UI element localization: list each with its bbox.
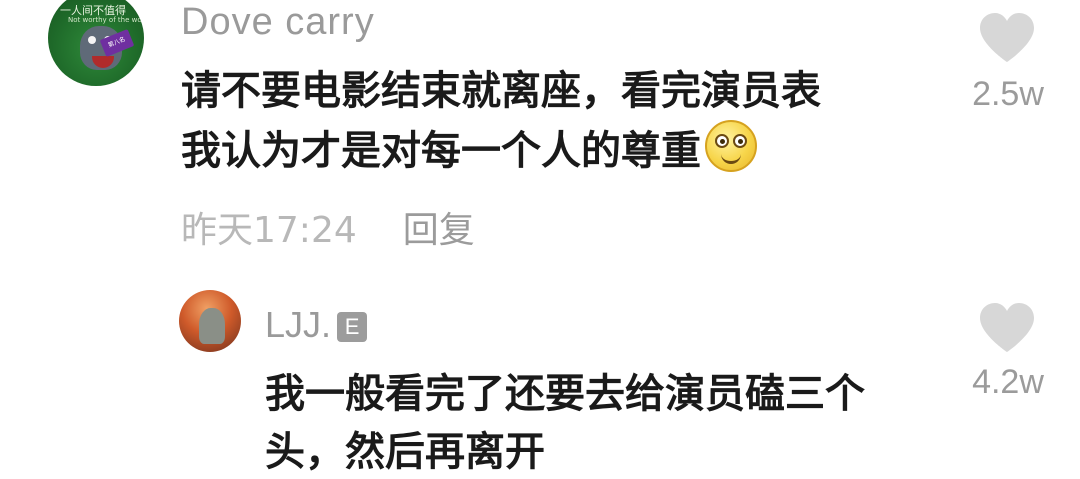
- comment-text: 请不要电影结束就离座，看完演员表 我认为才是对每一个人的尊重: [181, 62, 901, 180]
- reply-comment-text: 我一般看完了还要去给演员磕三个 头，然后再离开: [265, 365, 955, 479]
- like-heart-icon[interactable]: [978, 12, 1036, 64]
- smiling-face-emoji-icon: [705, 120, 757, 172]
- reply-avatar[interactable]: [179, 290, 241, 352]
- comment-line-1: 请不要电影结束就离座，看完演员表: [181, 68, 821, 114]
- timestamp: 昨天17:24: [181, 210, 357, 251]
- reply-like-heart-icon[interactable]: [978, 302, 1036, 354]
- reply-like-count: 4.2w: [972, 363, 1044, 401]
- comment-thread: 一人间不值得 Not worthy of the world 第八名 Dove …: [0, 0, 1080, 479]
- comment-meta: 昨天17:24 回复: [181, 209, 475, 253]
- reply-line-1: 我一般看完了还要去给演员磕三个: [265, 371, 865, 417]
- avatar-subcaption: Not worthy of the world: [68, 16, 144, 24]
- reply-button[interactable]: 回复: [403, 210, 475, 251]
- avatar[interactable]: 一人间不值得 Not worthy of the world 第八名: [48, 0, 144, 86]
- author-badge: E: [337, 312, 368, 342]
- like-count: 2.5w: [972, 75, 1044, 113]
- reply-username[interactable]: LJJ. E: [265, 305, 368, 345]
- comment-line-2: 我认为才是对每一个人的尊重: [181, 120, 901, 180]
- username[interactable]: Dove carry: [181, 0, 375, 44]
- reply-line-2: 头，然后再离开: [265, 429, 545, 475]
